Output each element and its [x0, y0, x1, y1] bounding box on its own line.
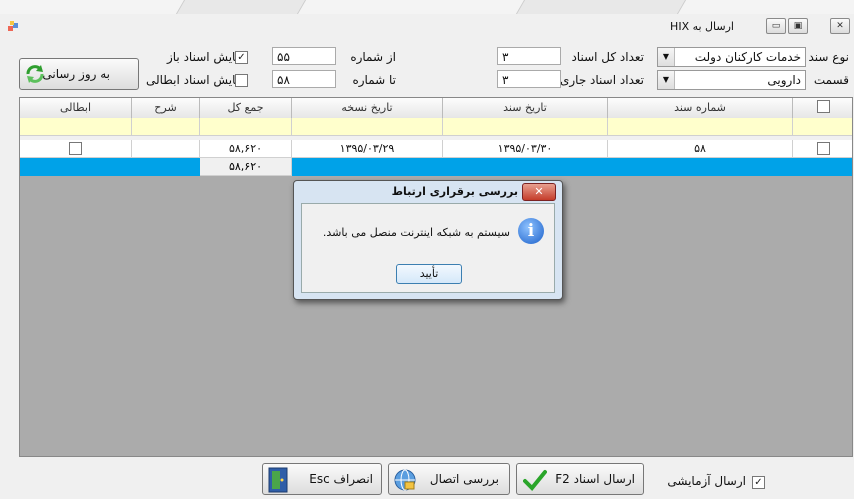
grid-cell-desc[interactable] [132, 140, 200, 158]
dialog-message: سیستم به شبکه اینترنت منصل می باشد. [322, 226, 510, 239]
cancel-button[interactable]: انصراف Esc [262, 463, 382, 495]
cancelled-checkbox[interactable] [69, 142, 82, 155]
section-value: دارویی [767, 73, 801, 87]
select-all-checkbox[interactable] [817, 100, 830, 113]
dialog-body: i سیستم به شبکه اینترنت منصل می باشد. تأ… [301, 203, 555, 293]
col-header-desc[interactable]: شرح [132, 98, 200, 118]
col-header-cancelled[interactable]: ابطالی [20, 98, 132, 118]
maximize-button[interactable]: ▣ [788, 18, 808, 34]
grid-cell[interactable] [20, 118, 132, 136]
show-cancelled-checkbox[interactable] [235, 74, 248, 87]
grid-cell[interactable] [200, 118, 292, 136]
send-docs-label: ارسال اسناد F2 [555, 472, 635, 486]
grid-cell[interactable] [20, 140, 132, 158]
test-send-label: ارسال آزمایشی [667, 474, 746, 488]
col-header-doc-date[interactable]: تاریخ سند [443, 98, 608, 118]
grid-cell-total[interactable]: ۵۸,۶۲۰ [200, 140, 292, 158]
dialog-close-button[interactable]: ✕ [522, 183, 556, 201]
info-icon: i [518, 218, 544, 244]
cancel-label: انصراف Esc [309, 472, 373, 486]
grid-cell[interactable] [20, 158, 132, 176]
doc-type-label: نوع سند [808, 50, 850, 64]
exit-door-icon [268, 467, 288, 493]
current-docs-label: تعداد اسناد جاری [559, 73, 644, 87]
refresh-icon [26, 65, 44, 83]
chevron-down-icon: ▼ [658, 71, 675, 89]
col-header-rx-date[interactable]: تاریخ نسخه [292, 98, 443, 118]
minimize-button[interactable]: ▭ [766, 18, 786, 34]
show-open-checkbox[interactable]: ✓ [235, 51, 248, 64]
grid-header: ابطالی شرح جمع کل تاریخ نسخه تاریخ سند ش… [20, 98, 852, 119]
refresh-button[interactable]: به روز رسانی [19, 58, 139, 90]
grid-new-row[interactable] [20, 118, 852, 136]
col-header-doc-no[interactable]: شماره سند [608, 98, 793, 118]
section-label: قسمت [813, 73, 849, 87]
grid-cell[interactable] [793, 140, 852, 158]
checkmark-icon [523, 470, 547, 491]
grid-cell-rx-date[interactable]: ۱۳۹۵/۰۳/۲۹ [292, 140, 443, 158]
doc-type-select[interactable]: خدمات کارکنان دولت ▼ [657, 47, 806, 67]
from-number-label: از شماره [350, 50, 396, 64]
total-docs-label: تعداد کل اسناد [571, 50, 644, 64]
show-cancelled-label: نمایش اسناد ابطالی [145, 73, 246, 87]
dialog-title: بررسی برقراری ارتباط [391, 185, 518, 198]
app-icon [8, 21, 18, 31]
network-globe-icon [394, 469, 416, 491]
chevron-down-icon: ▼ [658, 48, 675, 66]
close-button[interactable]: ✕ [830, 18, 850, 34]
window-title: ارسال به HIX [670, 20, 734, 33]
dialog-ok-button[interactable]: تأیید [396, 264, 462, 284]
current-docs-field[interactable]: ۳ [497, 70, 561, 88]
section-select[interactable]: دارویی ▼ [657, 70, 806, 90]
grid-cell[interactable] [292, 118, 443, 136]
grid-cell[interactable] [608, 118, 793, 136]
table-row[interactable]: ۵۸,۶۲۰ ۱۳۹۵/۰۳/۲۹ ۱۳۹۵/۰۳/۳۰ ۵۸ [20, 140, 852, 158]
tab-shape [175, 0, 307, 14]
browser-tab-strip [0, 0, 854, 14]
grid-cell[interactable] [132, 158, 200, 176]
from-number-field[interactable]: ۵۵ [272, 47, 336, 65]
check-connection-button[interactable]: بررسی اتصال [388, 463, 510, 495]
grid-total-row[interactable]: ۵۸,۶۲۰ [20, 158, 852, 176]
main-window: ارسال به HIX ▭ ▣ ✕ نوع سند خدمات کارکنان… [0, 0, 854, 499]
doc-type-value: خدمات کارکنان دولت [694, 50, 801, 64]
refresh-label: به روز رسانی [42, 67, 110, 81]
grid-cell[interactable] [132, 118, 200, 136]
grid-cell-doc-date[interactable]: ۱۳۹۵/۰۳/۳۰ [443, 140, 608, 158]
col-header-total[interactable]: جمع کل [200, 98, 292, 118]
to-number-label: تا شماره [352, 73, 396, 87]
grid-cell-doc-no[interactable]: ۵۸ [608, 140, 793, 158]
total-docs-field[interactable]: ۳ [497, 47, 561, 65]
grid-cell[interactable] [793, 118, 852, 136]
grid-cell[interactable] [443, 118, 608, 136]
connection-dialog: بررسی برقراری ارتباط ✕ i سیستم به شبکه ا… [293, 180, 563, 300]
send-docs-button[interactable]: ارسال اسناد F2 [516, 463, 644, 495]
grid-cell-footer-total[interactable]: ۵۸,۶۲۰ [200, 158, 292, 176]
tab-shape [515, 0, 687, 14]
row-select-checkbox[interactable] [816, 142, 830, 155]
check-connection-label: بررسی اتصال [429, 472, 499, 486]
test-send-checkbox[interactable]: ✓ [752, 476, 765, 489]
to-number-field[interactable]: ۵۸ [272, 70, 336, 88]
col-header-select[interactable] [793, 98, 852, 118]
